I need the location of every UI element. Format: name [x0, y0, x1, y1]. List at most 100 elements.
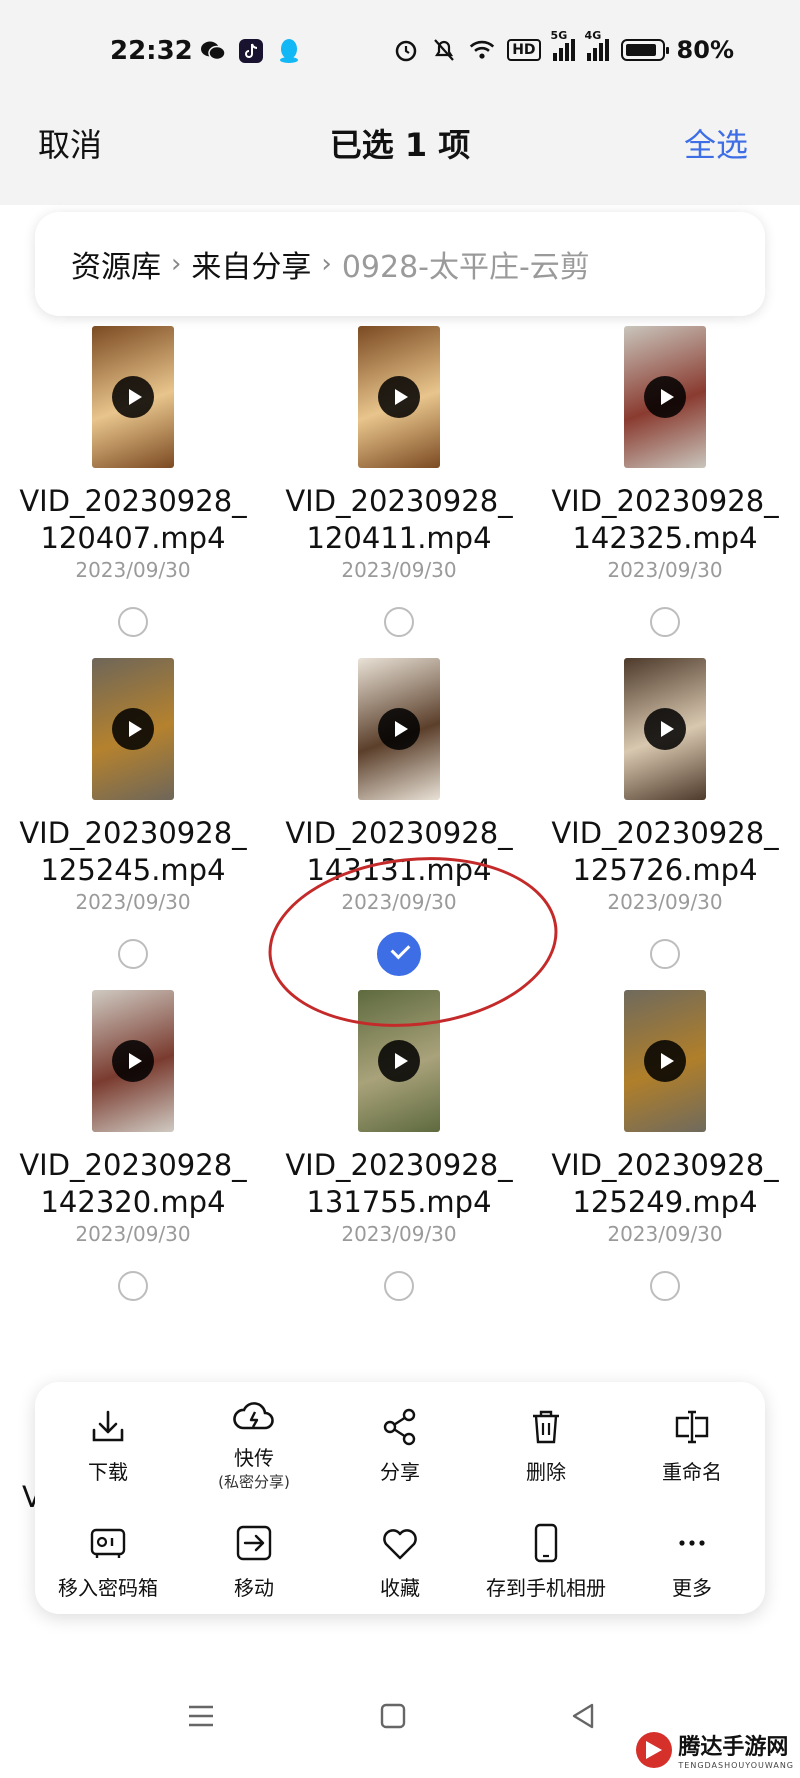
- move-to-safe-label: 移入密码箱: [58, 1576, 158, 1600]
- file-name-line1: VID_20230928_: [285, 484, 513, 518]
- selection-radio-checked[interactable]: [377, 932, 421, 976]
- selection-radio[interactable]: [118, 939, 148, 969]
- move-label: 移动: [234, 1576, 274, 1600]
- favorite-label: 收藏: [380, 1576, 420, 1600]
- trash-icon: [533, 1410, 559, 1444]
- quick-transfer-sublabel: (私密分享): [218, 1473, 290, 1491]
- file-date: 2023/09/30: [607, 558, 723, 582]
- download-button[interactable]: 下载: [35, 1406, 181, 1485]
- back-triangle-icon[interactable]: [564, 1696, 604, 1736]
- save-to-album-label: 存到手机相册: [486, 1576, 606, 1600]
- wifi-icon: [469, 37, 495, 63]
- play-icon: [112, 1040, 154, 1082]
- rename-icon: [675, 1410, 709, 1444]
- file-date: 2023/09/30: [341, 558, 457, 582]
- action-panel: 下载 快传 (私密分享) 分享 删除 重命名 移入密码箱 移动 收藏 存到手机相…: [35, 1382, 765, 1614]
- file-name-line2: 125726.mp4: [572, 853, 758, 887]
- file-name-line1: VID_20230928_: [551, 484, 779, 518]
- breadcrumb-shared[interactable]: 来自分享: [191, 242, 311, 286]
- status-time: 22:32: [110, 36, 193, 66]
- cloud-flash-icon: [233, 1402, 274, 1430]
- file-date: 2023/09/30: [341, 1222, 457, 1246]
- battery-icon: [620, 39, 669, 61]
- quick-transfer-button[interactable]: 快传 (私密分享): [181, 1398, 327, 1492]
- file-item[interactable]: VID_20230928_ 142320.mp4 2023/09/30: [0, 982, 266, 1302]
- video-thumbnail[interactable]: [624, 326, 706, 468]
- video-thumbnail[interactable]: [624, 990, 706, 1132]
- delete-button[interactable]: 删除: [473, 1406, 619, 1485]
- watermark-text: 腾达手游网: [678, 1735, 789, 1760]
- file-item[interactable]: VID_20230928_ 143131.mp4 2023/09/30: [266, 650, 532, 976]
- save-to-album-button[interactable]: 存到手机相册: [473, 1522, 619, 1601]
- quick-transfer-label: 快传: [234, 1446, 274, 1470]
- move-to-safe-button[interactable]: 移入密码箱: [35, 1522, 181, 1601]
- video-thumbnail[interactable]: [92, 658, 174, 800]
- play-icon: [378, 708, 420, 750]
- download-icon: [92, 1410, 124, 1442]
- file-name-line2: 120411.mp4: [306, 521, 492, 555]
- selection-radio[interactable]: [650, 607, 680, 637]
- favorite-button[interactable]: 收藏: [327, 1522, 473, 1601]
- rename-button[interactable]: 重命名: [619, 1406, 765, 1485]
- chevron-right-icon: ›: [171, 249, 182, 279]
- phone-icon: [534, 1523, 558, 1563]
- breadcrumb-library[interactable]: 资源库: [71, 242, 161, 286]
- signal-4g-icon: 4G: [585, 29, 609, 61]
- chevron-right-icon: ›: [321, 249, 332, 279]
- video-thumbnail[interactable]: [358, 990, 440, 1132]
- video-thumbnail[interactable]: [92, 326, 174, 468]
- file-name-line2: 143131.mp4: [306, 853, 492, 887]
- move-button[interactable]: 移动: [181, 1522, 327, 1601]
- status-right-icons: HD 5G 4G 80%: [393, 29, 734, 64]
- signal-5g-label: 5G: [550, 29, 568, 42]
- play-icon: [112, 708, 154, 750]
- hd-icon: HD: [507, 39, 541, 61]
- file-item[interactable]: VID_20230928_ 131755.mp4 2023/09/30: [266, 982, 532, 1302]
- watermark: 腾达手游网 TENGDASHOUYOUWANG: [636, 1729, 794, 1770]
- file-item[interactable]: VID_20230928_ 125249.mp4 2023/09/30: [532, 982, 798, 1302]
- share-button[interactable]: 分享: [327, 1406, 473, 1485]
- wechat-icon: [200, 38, 226, 64]
- alarm-icon: [393, 37, 419, 63]
- file-item[interactable]: VID_20230928_ 125726.mp4 2023/09/30: [532, 650, 798, 970]
- selection-radio[interactable]: [384, 1271, 414, 1301]
- signal-4g-label: 4G: [584, 29, 602, 42]
- file-item[interactable]: VID_20230928_ 142325.mp4 2023/09/30: [532, 318, 798, 638]
- file-date: 2023/09/30: [75, 558, 191, 582]
- video-thumbnail[interactable]: [358, 658, 440, 800]
- video-thumbnail[interactable]: [624, 658, 706, 800]
- watermark-subtext: TENGDASHOUYOUWANG: [678, 1761, 794, 1770]
- file-date: 2023/09/30: [607, 890, 723, 914]
- selection-radio[interactable]: [118, 1271, 148, 1301]
- video-thumbnail[interactable]: [92, 990, 174, 1132]
- play-icon: [644, 1040, 686, 1082]
- selection-radio[interactable]: [650, 939, 680, 969]
- share-label: 分享: [380, 1460, 420, 1484]
- selection-radio[interactable]: [650, 1271, 680, 1301]
- file-item[interactable]: VID_20230928_ 120407.mp4 2023/09/30: [0, 318, 266, 638]
- file-name-line2: 125249.mp4: [572, 1185, 758, 1219]
- selection-header: 取消 已选 1 项 全选: [0, 100, 800, 205]
- more-icon: [679, 1540, 705, 1546]
- play-icon: [112, 376, 154, 418]
- file-name-line1: VID_20230928_: [19, 1148, 247, 1182]
- file-name-line2: 120407.mp4: [40, 521, 226, 555]
- select-all-button[interactable]: 全选: [684, 120, 748, 166]
- home-square-icon[interactable]: [373, 1696, 413, 1736]
- play-icon: [378, 1040, 420, 1082]
- notification-icons: [200, 38, 302, 64]
- file-name-line2: 142320.mp4: [40, 1185, 226, 1219]
- selection-radio[interactable]: [118, 607, 148, 637]
- file-name-line2: 131755.mp4: [306, 1185, 492, 1219]
- file-item[interactable]: VID_20230928_ 125245.mp4 2023/09/30: [0, 650, 266, 970]
- qq-icon: [276, 38, 302, 64]
- douyin-icon: [238, 38, 264, 64]
- status-bar: 22:32 HD 5G 4G 80%: [0, 0, 800, 100]
- menu-icon[interactable]: [181, 1696, 221, 1736]
- video-thumbnail[interactable]: [358, 326, 440, 468]
- more-button[interactable]: 更多: [619, 1522, 765, 1601]
- file-item[interactable]: VID_20230928_ 120411.mp4 2023/09/30: [266, 318, 532, 638]
- play-icon: [644, 708, 686, 750]
- signal-5g-icon: 5G: [551, 29, 575, 61]
- selection-radio[interactable]: [384, 607, 414, 637]
